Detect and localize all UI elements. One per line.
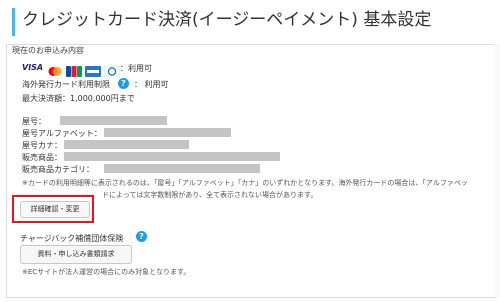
page-header: クレジットカード決済(イージーペイメント) 基本設定 — [0, 0, 500, 42]
title-accent-bar — [12, 8, 15, 36]
overseas-card-status: ： 利用可 — [134, 80, 169, 89]
amex-logo-icon — [85, 62, 101, 77]
redacted-value — [104, 128, 231, 137]
field-label-products: 販売商品： — [22, 153, 62, 162]
highlight-box — [12, 195, 94, 223]
max-amount: 最大決済額：1,000,000円まで — [22, 94, 135, 103]
field-label-shop-name: 屋号： — [22, 117, 46, 126]
display-note-line2: ドによっては文字数制限があり、全て表示されない場合があります。 — [102, 191, 318, 199]
field-label-product-category: 販売商品カテゴリ： — [22, 165, 94, 174]
overseas-help-icon[interactable]: ? — [118, 78, 129, 89]
chargeback-note: ※ECサイトが法人運営の場合にのみ対象となります。 — [22, 268, 191, 276]
redacted-value — [64, 140, 189, 149]
redacted-value — [64, 152, 280, 161]
visa-logo-icon: VISA — [22, 63, 44, 72]
field-label-shop-kana: 屋号カナ： — [22, 141, 62, 150]
section-title: 現在のお申込み内容 — [12, 46, 84, 55]
request-documents-button[interactable]: 資料・申し込み書類請求 — [20, 245, 132, 264]
mastercard-logo-icon — [47, 62, 63, 76]
chargeback-help-icon[interactable]: ? — [136, 231, 147, 242]
page-title: クレジットカード決済(イージーペイメント) 基本設定 — [22, 10, 432, 30]
redacted-value — [60, 116, 167, 125]
chargeback-title: チャージバック補償団体保険 — [20, 234, 124, 243]
jcb-logo-icon — [66, 62, 82, 77]
field-label-shop-alphabet: 屋号アルファベット： — [22, 129, 102, 138]
display-note-line1: ※カードの利用明細等に表示されるのは、「屋号」「アルファベット」「カナ」のいずれ… — [22, 179, 468, 187]
diners-logo-icon — [103, 62, 121, 78]
overseas-card-label: 海外発行カード利用制限 — [22, 80, 110, 89]
redacted-value — [104, 164, 260, 173]
card-brands-status: ：利用可 — [120, 64, 152, 73]
panel-edge — [494, 44, 500, 296]
